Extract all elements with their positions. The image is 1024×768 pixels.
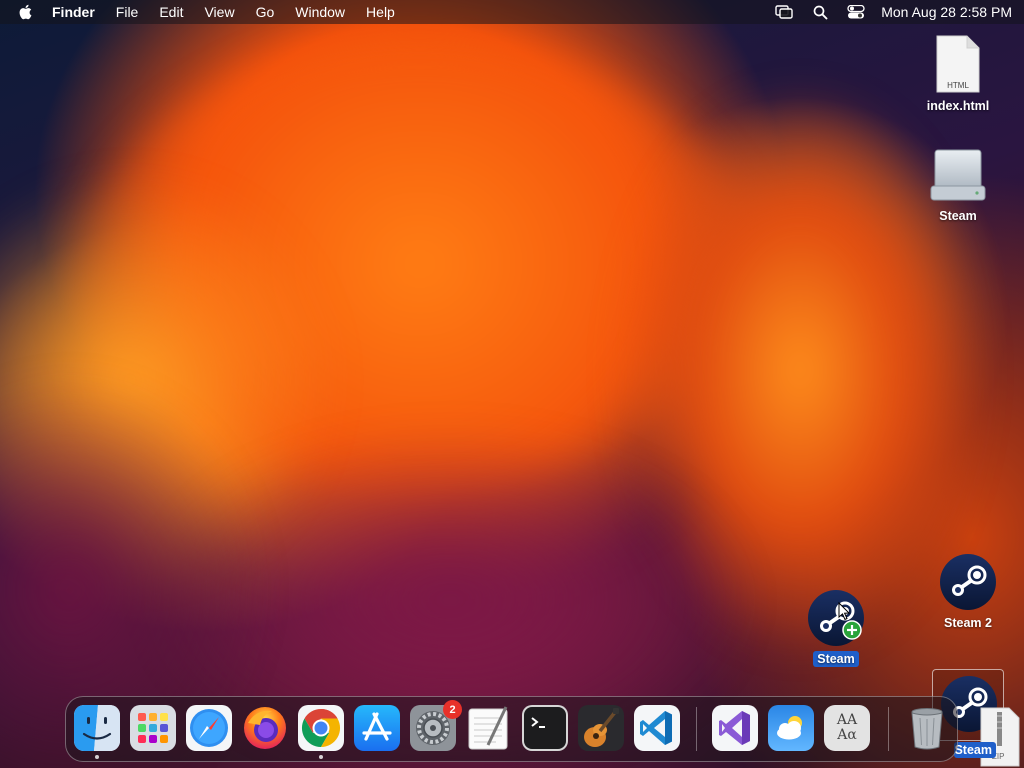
desktop-icon-label: Steam — [813, 651, 859, 667]
desktop-icon-label: Steam — [939, 209, 977, 223]
guitar-icon — [578, 705, 624, 751]
menu-view[interactable]: View — [204, 4, 234, 20]
dock-app-terminal[interactable] — [522, 705, 568, 751]
dock-app-system-settings[interactable]: 2 — [410, 700, 462, 751]
textedit-icon — [468, 706, 508, 750]
menu-file[interactable]: File — [116, 4, 139, 20]
dock-app-safari[interactable] — [186, 705, 232, 751]
menu-window[interactable]: Window — [295, 4, 345, 20]
dock-app-chrome[interactable] — [298, 705, 344, 751]
menu-go[interactable]: Go — [256, 4, 275, 20]
dock: 2 AA Aα — [65, 696, 958, 762]
dock-app-font-book[interactable]: AA Aα — [824, 705, 870, 751]
dock-separator — [888, 707, 889, 751]
menu-help[interactable]: Help — [366, 4, 395, 20]
desktop-icon-zip-file[interactable]: ZIP — [978, 706, 1022, 768]
dock-app-visual-studio[interactable] — [712, 705, 758, 751]
notification-badge: 2 — [443, 700, 462, 719]
desktop-icon-steam-dragging[interactable]: Steam — [796, 589, 876, 667]
safari-icon — [186, 705, 232, 751]
app-store-icon — [354, 705, 400, 751]
running-indicator — [95, 755, 99, 759]
dock-app-garageband[interactable] — [578, 705, 624, 751]
steam-icon — [940, 554, 996, 610]
firefox-icon — [244, 707, 286, 749]
apple-menu-icon[interactable] — [18, 4, 32, 20]
desktop-icon-label: Steam — [954, 743, 992, 757]
desktop-icon-label-partial: Steam — [954, 742, 996, 758]
dock-separator — [696, 707, 697, 751]
vscode-icon — [634, 705, 680, 751]
desktop-icon-label: index.html — [926, 99, 990, 113]
disk-drive-icon — [930, 149, 986, 201]
finder-icon — [74, 705, 120, 751]
spotlight-search-icon[interactable] — [811, 4, 829, 20]
menu-bar-clock[interactable]: Mon Aug 28 2:58 PM — [881, 4, 1012, 20]
dock-app-textedit[interactable] — [466, 705, 512, 751]
desktop-icon-steam-drive[interactable]: Steam — [918, 148, 998, 224]
desktop-icon-label: Steam 2 — [944, 616, 992, 630]
control-center-icon[interactable] — [847, 4, 865, 20]
dock-app-launchpad[interactable] — [130, 705, 176, 751]
dock-app-weather[interactable] — [768, 705, 814, 751]
app-menu-finder[interactable]: Finder — [52, 4, 95, 20]
terminal-icon — [522, 705, 568, 751]
desktop-icon-index-html[interactable]: HTML index.html — [918, 34, 998, 114]
launchpad-icon — [130, 705, 176, 751]
font-book-glyphs: AA Aα — [836, 712, 858, 743]
dock-app-firefox[interactable] — [242, 705, 288, 751]
menu-bar: Finder File Edit View Go Window Help Mon… — [0, 0, 1024, 24]
file-type-badge: HTML — [947, 81, 969, 90]
running-indicator — [319, 755, 323, 759]
dock-app-finder[interactable] — [74, 705, 120, 751]
dock-app-trash[interactable] — [904, 705, 950, 751]
chrome-icon — [298, 705, 344, 751]
weather-icon — [768, 705, 814, 751]
screen-mirroring-icon[interactable] — [775, 4, 793, 20]
dock-app-vscode[interactable] — [634, 705, 680, 751]
menu-edit[interactable]: Edit — [159, 4, 183, 20]
desktop-icon-steam-2[interactable]: Steam 2 — [928, 553, 1008, 631]
steam-icon — [808, 590, 864, 646]
trash-icon — [911, 708, 943, 750]
dock-app-app-store[interactable] — [354, 705, 400, 751]
visual-studio-icon — [712, 705, 758, 751]
